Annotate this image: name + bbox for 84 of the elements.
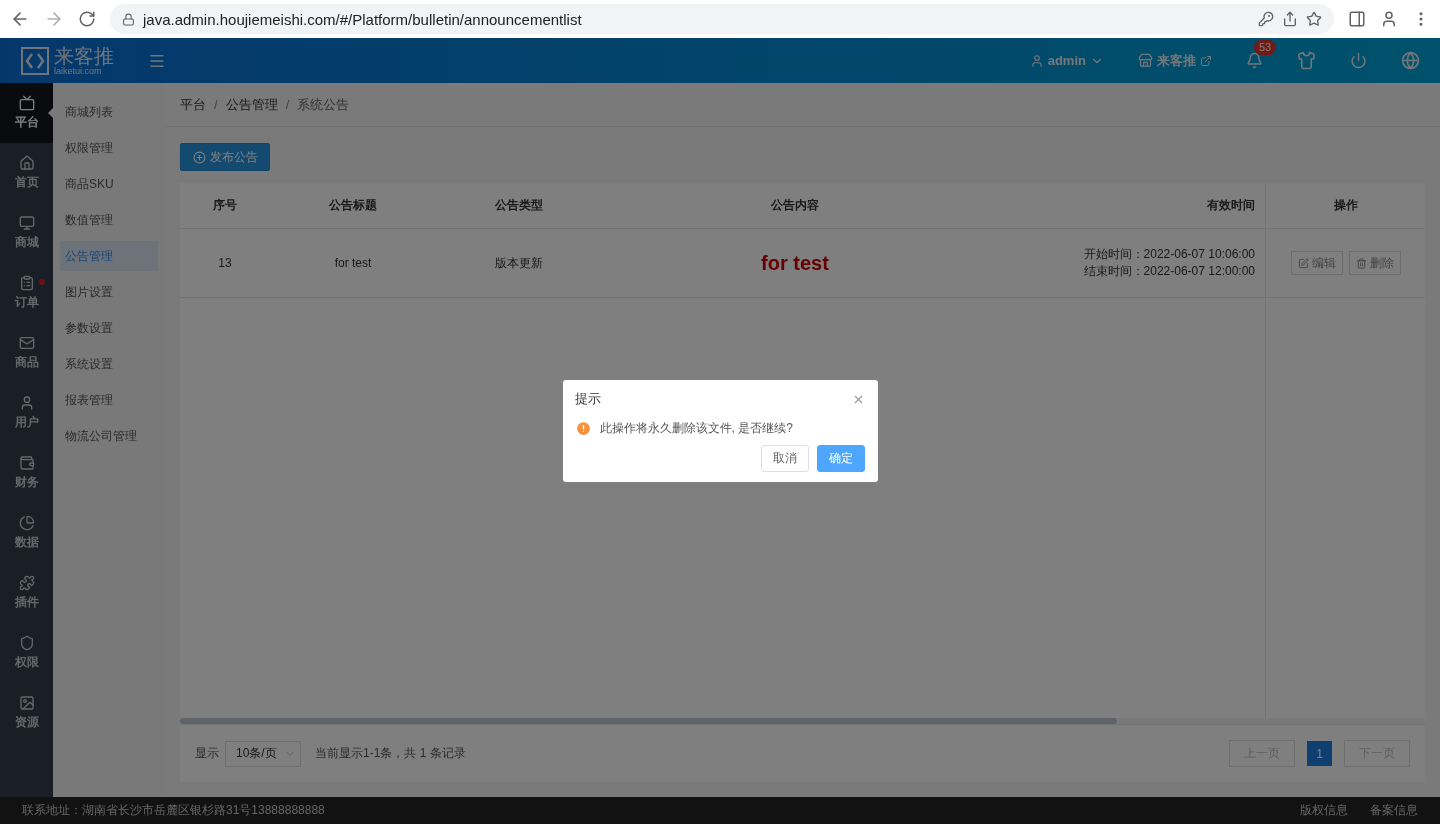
table-cell-text: 13 xyxy=(217,255,233,272)
cancel-button[interactable]: 取消 xyxy=(760,445,809,472)
submenu-item[interactable]: 系统设置 xyxy=(60,349,158,379)
puzzle-icon xyxy=(18,575,35,591)
breadcrumb-item[interactable]: 公告管理 xyxy=(225,95,278,114)
warning-icon xyxy=(574,420,592,437)
submenu-item[interactable]: 物流公司管理 xyxy=(60,421,158,451)
page-number[interactable]: 1 xyxy=(1307,741,1332,766)
pie-chart-icon xyxy=(18,515,35,531)
submenu-item[interactable]: 权限管理 xyxy=(60,133,158,163)
start-time: 开始时间：2022-06-07 10:06:00 xyxy=(1083,246,1255,263)
trash-icon xyxy=(1355,257,1367,269)
address-bar[interactable]: java.admin.houjiemeishi.com/#/Platform/bulletin/announcementlist xyxy=(110,4,1334,34)
record-summary: 当前显示1-1条，共 1 条记录 xyxy=(315,745,466,762)
rail-item[interactable]: 平台 xyxy=(0,83,53,143)
column-header: 有效时间 xyxy=(1206,197,1256,214)
bell-icon[interactable] xyxy=(1246,52,1263,69)
scrollbar-thumb[interactable] xyxy=(180,718,1117,724)
breadcrumb-item[interactable]: 平台 xyxy=(180,95,206,114)
rail-item[interactable]: 用户 xyxy=(0,383,53,443)
logo-subtitle: laiketui.com xyxy=(54,65,102,76)
lock-icon xyxy=(122,12,135,26)
submenu-item[interactable]: 图片设置 xyxy=(60,277,158,307)
external-link-icon xyxy=(1200,54,1212,67)
logo-text: 来客推 xyxy=(54,45,114,66)
publish-button[interactable]: 发布公告 xyxy=(180,143,270,171)
submenu-item[interactable]: 商品SKU xyxy=(60,169,158,199)
url-text: java.admin.houjiemeishi.com/#/Platform/bulletin/announcementlist xyxy=(143,10,582,28)
rail-item[interactable]: 商品 xyxy=(0,323,53,383)
notification-badge: 53 xyxy=(1254,40,1277,55)
rail-item[interactable]: 订单 xyxy=(0,263,53,323)
rail-item[interactable]: 财务 xyxy=(0,443,53,503)
profile-icon[interactable] xyxy=(1380,10,1398,28)
store-icon xyxy=(1138,53,1153,68)
submenu-item[interactable]: 参数设置 xyxy=(60,313,158,343)
column-header: 操作 xyxy=(1265,183,1425,228)
address-text: 联系地址：湖南省长沙市岳麓区银杉路31号13888888888 xyxy=(22,802,325,819)
home-icon xyxy=(18,155,35,171)
shield-icon xyxy=(18,635,35,651)
page-size-select[interactable]: 10条/页 xyxy=(225,740,301,767)
end-time: 结束时间：2022-06-07 12:00:00 xyxy=(1083,263,1255,280)
monitor-icon xyxy=(18,95,35,111)
monitor-icon xyxy=(18,215,35,231)
edit-icon xyxy=(1297,257,1309,269)
reload-icon[interactable] xyxy=(78,10,96,28)
rail-item[interactable]: 数据 xyxy=(0,503,53,563)
wallet-icon xyxy=(18,455,35,471)
rail-item[interactable]: 插件 xyxy=(0,563,53,623)
confirm-button[interactable]: 确定 xyxy=(816,445,865,472)
dialog-title: 提示 xyxy=(574,390,601,408)
mail-icon xyxy=(18,335,35,351)
column-header: 序号 xyxy=(212,197,238,214)
side-panel-icon[interactable] xyxy=(1348,10,1366,28)
rail-item[interactable]: 权限 xyxy=(0,623,53,683)
submenu-item[interactable]: 公告管理 xyxy=(60,241,158,271)
store-link[interactable]: 来客推 xyxy=(1138,51,1212,70)
breadcrumb-item: 系统公告 xyxy=(297,95,350,114)
column-header: 公告内容 xyxy=(770,197,820,214)
key-icon[interactable] xyxy=(1258,11,1274,27)
dialog-message: 此操作将永久删除该文件, 是否继续? xyxy=(599,420,793,437)
rail-item[interactable]: 商城 xyxy=(0,203,53,263)
rail-item[interactable]: 资源 xyxy=(0,683,53,743)
logo-icon xyxy=(20,45,50,76)
submenu-item[interactable]: 报表管理 xyxy=(60,385,158,415)
show-label: 显示 xyxy=(195,745,219,762)
table-cell-text: for test xyxy=(333,255,373,272)
user-icon xyxy=(1029,53,1044,68)
plus-circle-icon xyxy=(192,150,206,164)
submenu-item[interactable]: 数值管理 xyxy=(60,205,158,235)
footer-link[interactable]: 版权信息 xyxy=(1300,802,1348,819)
column-header: 公告标题 xyxy=(328,197,378,214)
footer-link[interactable]: 备案信息 xyxy=(1370,802,1418,819)
user-menu[interactable]: admin xyxy=(1029,53,1104,68)
star-icon[interactable] xyxy=(1306,11,1322,27)
column-header: 公告类型 xyxy=(494,197,544,214)
breadcrumb-separator: / xyxy=(214,97,218,112)
breadcrumb-separator: / xyxy=(285,97,290,112)
rail-item[interactable]: 首页 xyxy=(0,143,53,203)
table-cell-text: 版本更新 xyxy=(494,254,544,272)
image-icon xyxy=(18,695,35,711)
submenu-item[interactable]: 商城列表 xyxy=(60,97,158,127)
clipboard-icon xyxy=(18,275,35,291)
share-icon[interactable] xyxy=(1282,11,1298,27)
content-text: for test xyxy=(761,251,829,275)
